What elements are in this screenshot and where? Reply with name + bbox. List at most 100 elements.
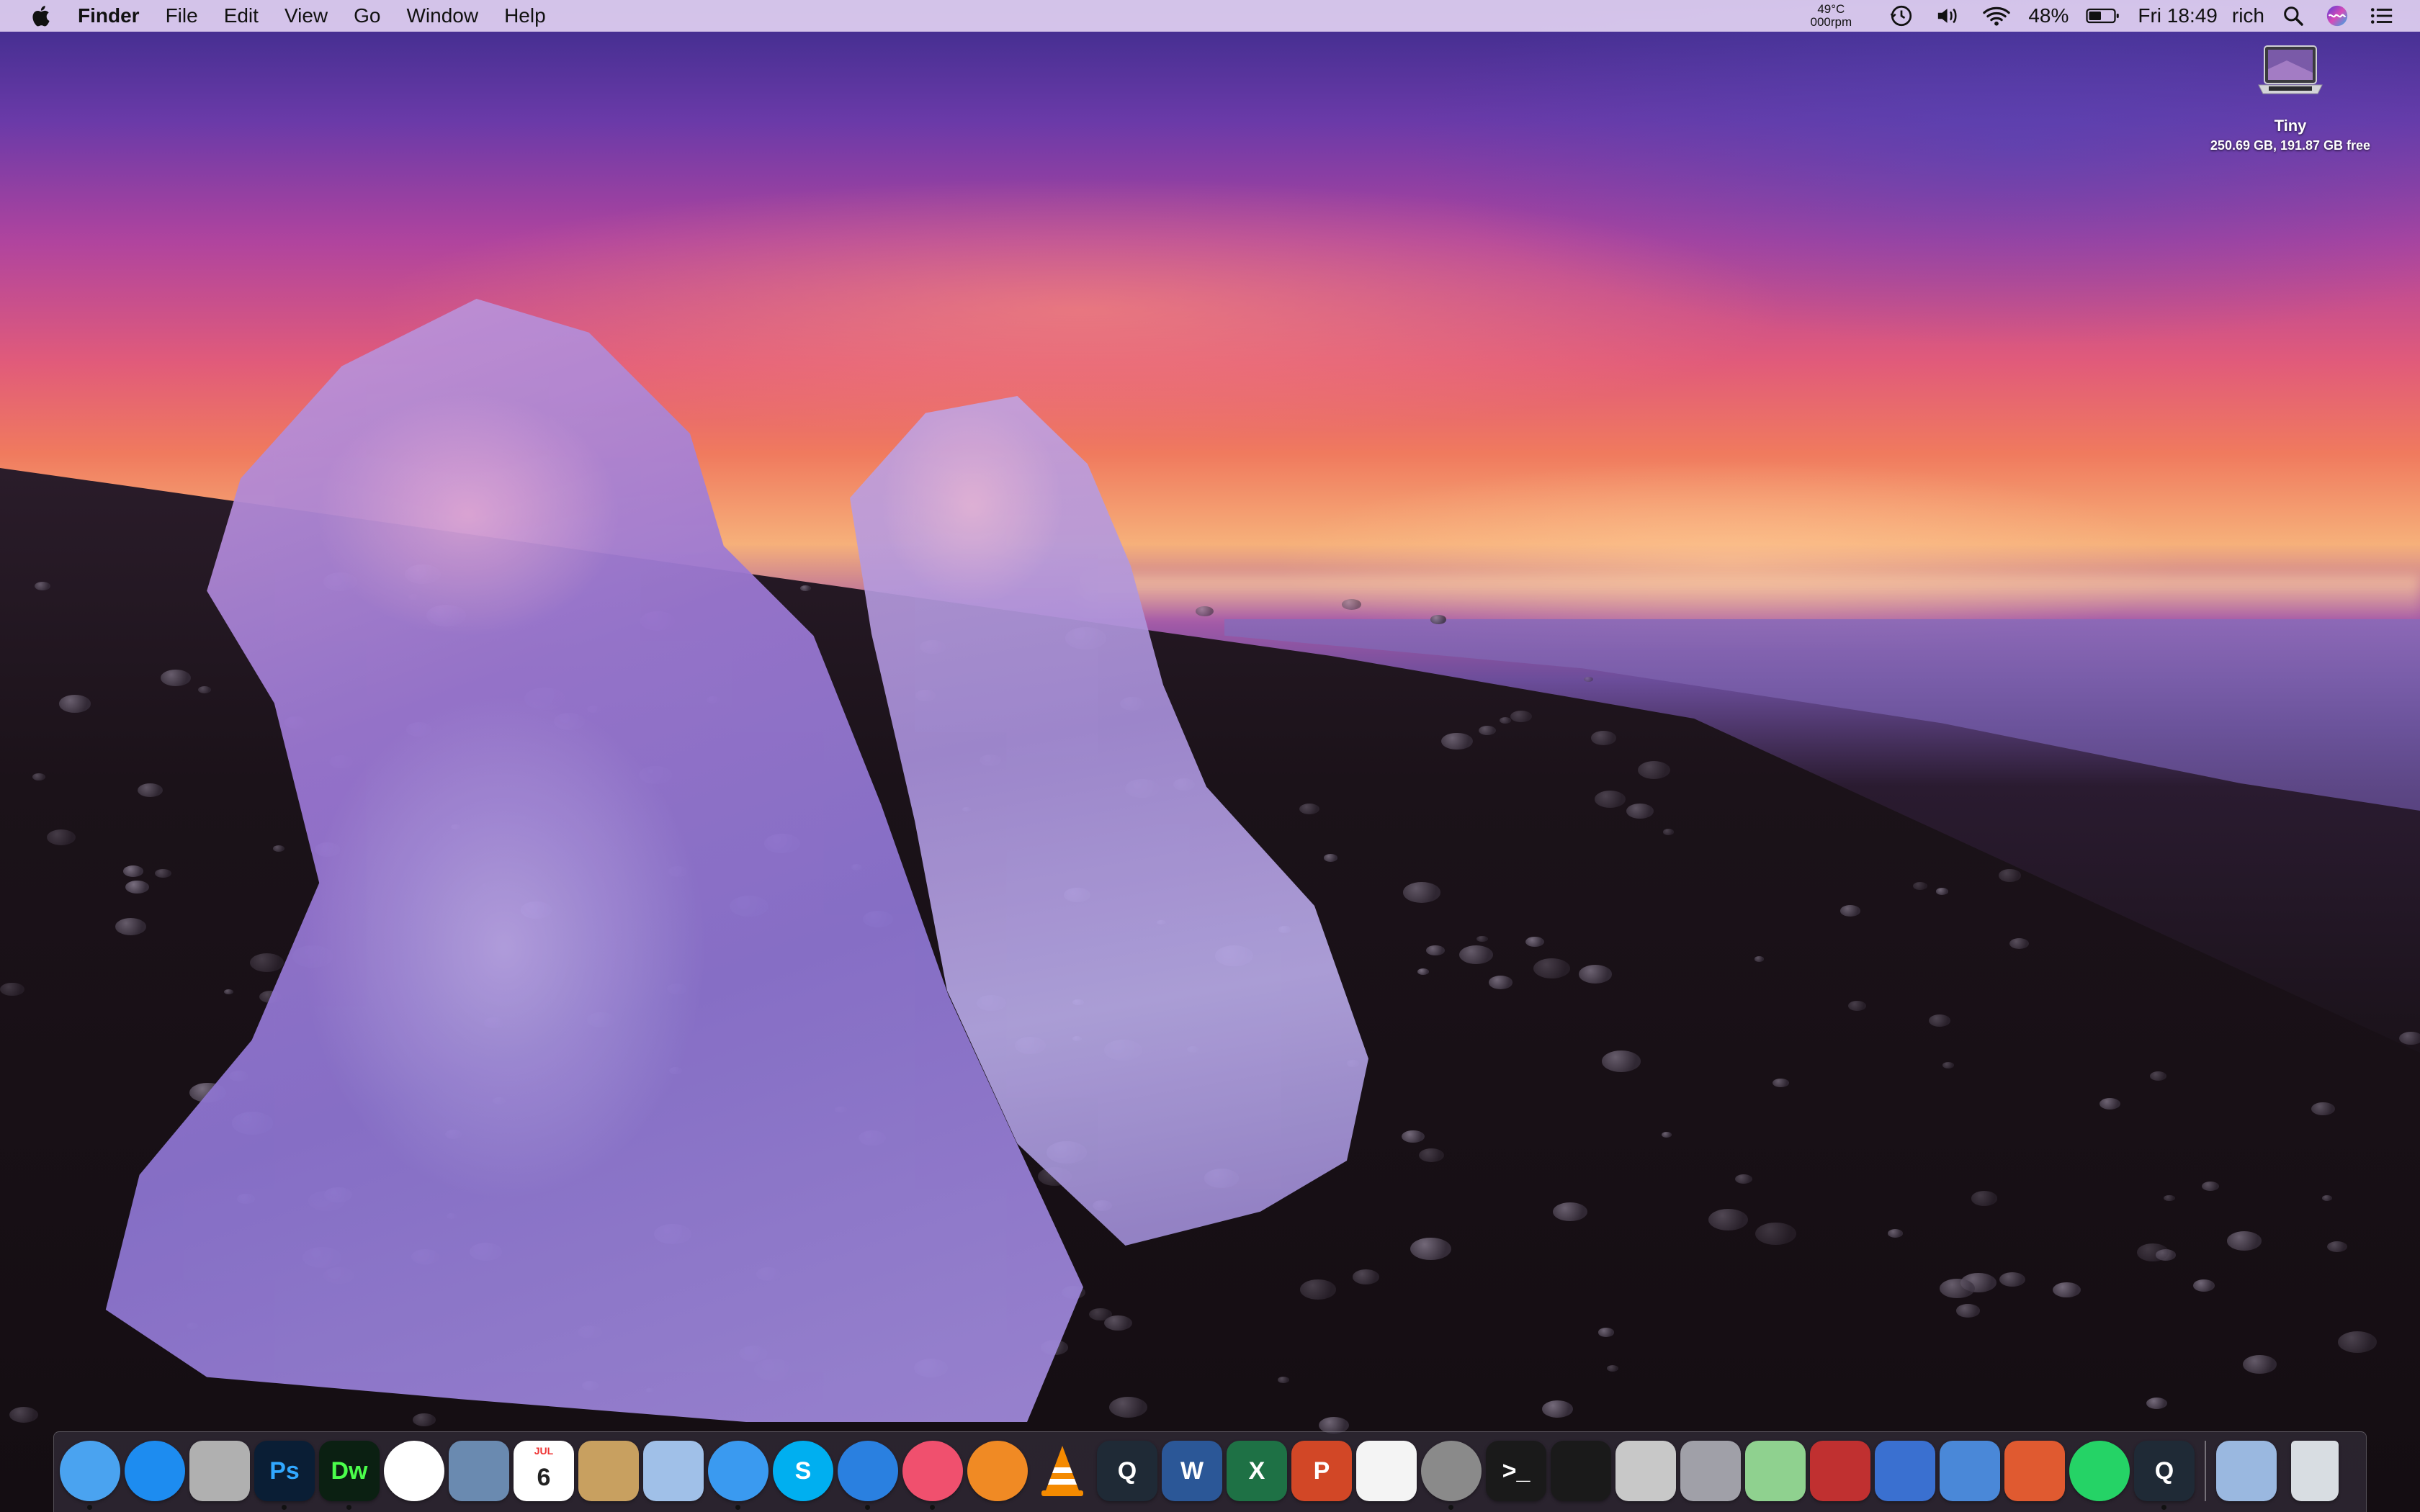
wallpaper-pebble [2327, 1241, 2347, 1252]
menu-file[interactable]: File [153, 0, 211, 32]
wallpaper-pebble [1999, 869, 2022, 882]
battery-icon[interactable] [2086, 0, 2120, 32]
wallpaper-pebble [1935, 888, 1949, 895]
wallpaper-pebble [1929, 1014, 1950, 1027]
dock-maps-icon[interactable] [1745, 1441, 1806, 1501]
dock-photos-icon[interactable] [384, 1441, 444, 1501]
dock-mail-sender-icon[interactable] [643, 1441, 704, 1501]
wallpaper-pebble [1913, 881, 1927, 890]
menu-help[interactable]: Help [491, 0, 559, 32]
wallpaper-pebble [1324, 854, 1338, 862]
dock-quicktime-player-icon[interactable]: Q [2134, 1441, 2195, 1510]
menu-go[interactable]: Go [341, 0, 393, 32]
wallpaper-pebble [2321, 1195, 2332, 1201]
wallpaper-pebble [2193, 1279, 2215, 1292]
dock-activity-monitor-icon[interactable] [1551, 1441, 1611, 1501]
dock-terminal-glyph: >_ [1502, 1457, 1531, 1485]
wallpaper-pebble [1403, 882, 1440, 903]
wallpaper-pebble [1499, 716, 1511, 724]
dock-remote-desktop-icon[interactable] [2004, 1441, 2065, 1501]
dock-calculator-icon[interactable] [189, 1441, 250, 1501]
wallpaper-pebble [1594, 790, 1626, 808]
dock-whatsapp-icon[interactable] [2069, 1441, 2130, 1501]
dock-app-store-icon[interactable] [125, 1441, 185, 1501]
user-menu[interactable]: rich [2232, 4, 2264, 27]
vlc-cone-glyph [1041, 1446, 1083, 1496]
menu-app-finder[interactable]: Finder [75, 0, 153, 32]
temperature-fan-monitor[interactable]: 49°C 000rpm [1802, 3, 1860, 29]
dock-photo-booth-icon[interactable] [1810, 1441, 1870, 1501]
wallpaper-pebble [1663, 829, 1675, 835]
wallpaper-pebble [1940, 1279, 1975, 1299]
dock-safari-icon[interactable] [838, 1441, 898, 1510]
dock-finder-icon[interactable] [60, 1441, 120, 1510]
wallpaper-pebble [137, 783, 163, 798]
drive-capacity-label: 250.69 GB, 191.87 GB free [2210, 138, 2371, 153]
siri-icon[interactable] [2325, 0, 2349, 32]
wallpaper-pebble [155, 868, 171, 878]
dock-terminal-icon[interactable]: >_ [1486, 1441, 1546, 1501]
dock-powerpoint-icon[interactable]: P [1291, 1441, 1352, 1501]
dock-dreamweaver-icon[interactable]: Dw [319, 1441, 380, 1510]
dock-contacts-icon[interactable] [578, 1441, 639, 1501]
dock-calendar-icon[interactable]: JUL 6 [514, 1441, 574, 1501]
dock-powerpoint-glyph: P [1313, 1457, 1330, 1485]
dock-disk-utility-icon[interactable] [1615, 1441, 1676, 1501]
menu-view[interactable]: View [272, 0, 341, 32]
wallpaper-pebble [1478, 725, 1496, 735]
dock-quicktime-player-glyph: Q [2154, 1457, 2174, 1485]
wallpaper-pebble [412, 1413, 436, 1426]
wallpaper-pebble [1533, 958, 1570, 978]
wallpaper-pebble [1489, 976, 1513, 989]
dock-word-icon[interactable]: W [1162, 1441, 1222, 1501]
wallpaper-pebble [272, 845, 285, 852]
wallpaper-pebble [1525, 936, 1545, 948]
spotlight-icon[interactable] [2282, 0, 2305, 32]
dock-textedit-icon[interactable] [1356, 1441, 1417, 1501]
wallpaper-pebble [1734, 1174, 1753, 1184]
menu-bar-left: Finder File Edit View Go Window Help [0, 0, 559, 32]
apple-menu-icon[interactable] [24, 0, 56, 32]
wallpaper-pebble [32, 773, 45, 781]
dock: Ps Dw JUL 6 S Q W X P >_ Q [53, 1431, 2367, 1512]
wallpaper-horizon [1080, 576, 2420, 619]
dock-quicktime-icon[interactable]: Q [1097, 1441, 1157, 1501]
wallpaper-pebble [249, 953, 284, 972]
wallpaper-pebble [1971, 1191, 1998, 1206]
desktop-drive-tiny[interactable]: Tiny 250.69 GB, 191.87 GB free [2190, 40, 2391, 153]
wallpaper-pebble [1602, 1050, 1641, 1072]
wallpaper-pebble [1578, 965, 1613, 984]
wallpaper-pebble [123, 865, 144, 877]
dock-home-folder-icon[interactable] [2216, 1441, 2277, 1501]
wallpaper-pebble [1955, 1304, 1981, 1318]
dock-excel-icon[interactable]: X [1227, 1441, 1287, 1501]
dock-ibooks-icon[interactable] [967, 1441, 1028, 1501]
dock-trash-icon[interactable] [2291, 1441, 2339, 1501]
dock-vlc-icon[interactable] [1032, 1441, 1093, 1501]
wallpaper-pebble [1410, 1237, 1451, 1261]
dock-apps: Ps Dw JUL 6 S Q W X P >_ Q [60, 1441, 2199, 1510]
wifi-icon[interactable] [1982, 0, 2011, 32]
wallpaper-pebble [1839, 905, 1860, 917]
menu-window[interactable]: Window [393, 0, 491, 32]
wallpaper-pebble [1426, 945, 1445, 956]
menu-edit[interactable]: Edit [211, 0, 272, 32]
time-machine-icon[interactable] [1888, 0, 1914, 32]
dock-messages-icon[interactable] [708, 1441, 768, 1510]
dock-itunes-icon[interactable] [902, 1441, 963, 1510]
wallpaper-pebble [46, 829, 76, 845]
battery-percentage[interactable]: 48% [2028, 4, 2069, 27]
dock-photoshop-icon[interactable]: Ps [254, 1441, 315, 1510]
dock-migration-assistant-icon[interactable] [1940, 1441, 2000, 1501]
dock-system-preferences-icon[interactable] [1421, 1441, 1482, 1510]
dock-skype-icon[interactable]: S [773, 1441, 833, 1501]
dock-automator-icon[interactable] [1680, 1441, 1741, 1501]
dock-screen-sharing-icon[interactable] [1875, 1441, 1935, 1501]
menu-clock[interactable]: Fri 18:49 [2138, 4, 2218, 27]
wallpaper-pebble [1419, 1148, 1445, 1163]
notification-center-icon[interactable] [2370, 0, 2394, 32]
dock-preview-icon[interactable] [449, 1441, 509, 1501]
wallpaper-pebble [58, 695, 91, 713]
volume-icon[interactable] [1935, 0, 1962, 32]
laptop-drive-icon [2258, 45, 2323, 94]
